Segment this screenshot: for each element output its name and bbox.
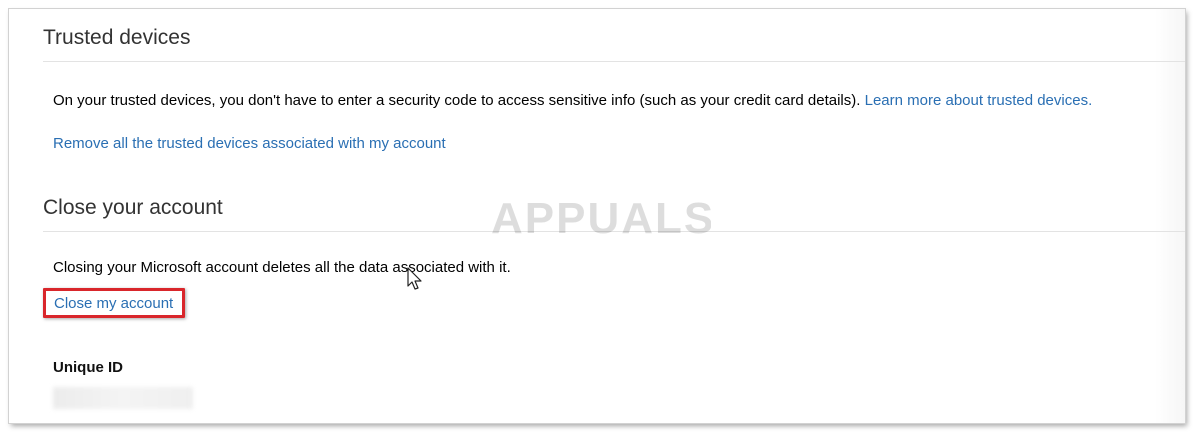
unique-id-value-blurred [53, 387, 193, 409]
learn-more-trusted-devices-link[interactable]: Learn more about trusted devices. [865, 92, 1093, 109]
trusted-devices-description-text: On your trusted devices, you don't have … [53, 92, 861, 109]
trusted-devices-description: On your trusted devices, you don't have … [53, 92, 1092, 109]
close-account-highlight-box: Close my account [43, 288, 185, 318]
account-settings-panel: Trusted devices On your trusted devices,… [9, 9, 1185, 423]
close-account-heading: Close your account [43, 191, 1185, 232]
remove-trusted-devices-link[interactable]: Remove all the trusted devices associate… [53, 135, 446, 152]
trusted-devices-heading: Trusted devices [43, 21, 1185, 62]
close-account-section: Close your account Closing your Microsof… [43, 191, 1185, 318]
mouse-pointer-icon [407, 267, 422, 290]
close-my-account-link[interactable]: Close my account [54, 295, 173, 312]
unique-id-label: Unique ID [53, 359, 123, 376]
trusted-devices-section: Trusted devices On your trusted devices,… [43, 21, 1185, 152]
close-account-description: Closing your Microsoft account deletes a… [53, 259, 511, 276]
